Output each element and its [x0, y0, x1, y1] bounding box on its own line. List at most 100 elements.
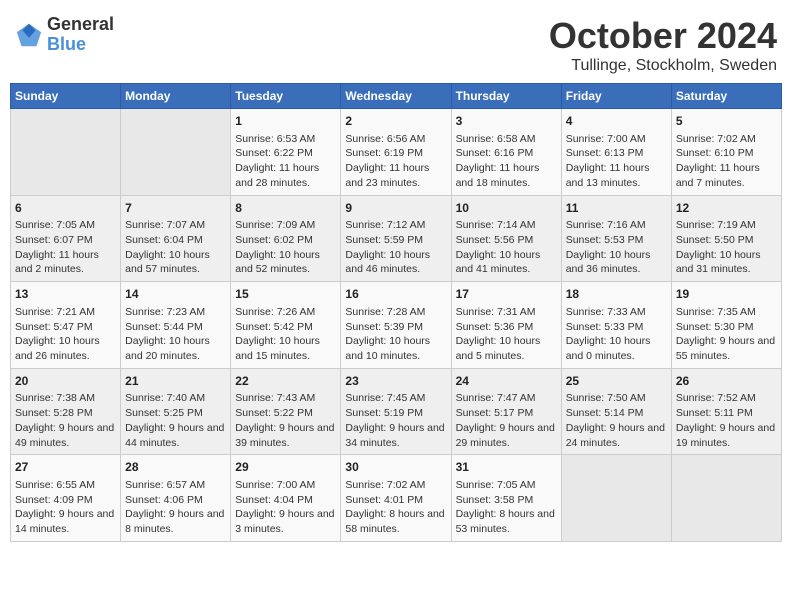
day-info: Sunrise: 7:33 AMSunset: 5:33 PMDaylight:…	[566, 305, 667, 364]
day-number: 18	[566, 286, 667, 303]
day-info: Sunrise: 6:56 AMSunset: 6:19 PMDaylight:…	[345, 132, 446, 191]
day-info: Sunrise: 7:21 AMSunset: 5:47 PMDaylight:…	[15, 305, 116, 364]
calendar-cell: 24Sunrise: 7:47 AMSunset: 5:17 PMDayligh…	[451, 368, 561, 455]
calendar-cell: 31 Sunrise: 7:05 AMSunset: 3:58 PMDayligh…	[451, 455, 561, 542]
day-info: Sunrise: 7:00 AMSunset: 4:04 PMDaylight:…	[235, 478, 336, 537]
title-block: October 2024 Tullinge, Stockholm, Sweden	[549, 15, 777, 75]
day-info: Sunrise: 7:00 AMSunset: 6:13 PMDaylight:…	[566, 132, 667, 191]
day-number: 9	[345, 200, 446, 217]
day-info: Sunrise: 7:35 AMSunset: 5:30 PMDaylight:…	[676, 305, 777, 364]
logo: General Blue	[15, 15, 114, 55]
day-number: 19	[676, 286, 777, 303]
day-number: 17	[456, 286, 557, 303]
calendar-cell: 20Sunrise: 7:38 AMSunset: 5:28 PMDayligh…	[11, 368, 121, 455]
calendar-cell: 22Sunrise: 7:43 AMSunset: 5:22 PMDayligh…	[231, 368, 341, 455]
calendar-week-row: 1Sunrise: 6:53 AMSunset: 6:22 PMDaylight…	[11, 109, 782, 196]
day-info: Sunrise: 7:05 AMSunset: 3:58 PMDaylight:…	[456, 478, 557, 537]
day-info: Sunrise: 7:02 AMSunset: 6:10 PMDaylight:…	[676, 132, 777, 191]
day-info: Sunrise: 6:55 AMSunset: 4:09 PMDaylight:…	[15, 478, 116, 537]
day-number: 15	[235, 286, 336, 303]
calendar-cell: 16 Sunrise: 7:28 AMSunset: 5:39 PMDayligh…	[341, 282, 451, 369]
calendar-cell: 11Sunrise: 7:16 AMSunset: 5:53 PMDayligh…	[561, 195, 671, 282]
day-info: Sunrise: 7:07 AMSunset: 6:04 PMDaylight:…	[125, 218, 226, 277]
logo-general: General	[47, 15, 114, 35]
day-number: 14	[125, 286, 226, 303]
logo-text: General Blue	[47, 15, 114, 55]
weekday-header-row: SundayMondayTuesdayWednesdayThursdayFrid…	[11, 84, 782, 109]
day-info: Sunrise: 7:45 AMSunset: 5:19 PMDaylight:…	[345, 391, 446, 450]
day-number: 1	[235, 113, 336, 130]
day-info: Sunrise: 7:47 AMSunset: 5:17 PMDaylight:…	[456, 391, 557, 450]
calendar-cell: 13 Sunrise: 7:21 AMSunset: 5:47 PMDayligh…	[11, 282, 121, 369]
day-info: Sunrise: 7:05 AMSunset: 6:07 PMDaylight:…	[15, 218, 116, 277]
calendar-cell: 8Sunrise: 7:09 AMSunset: 6:02 PMDaylight…	[231, 195, 341, 282]
calendar-week-row: 13 Sunrise: 7:21 AMSunset: 5:47 PMDayligh…	[11, 282, 782, 369]
day-number: 22	[235, 373, 336, 390]
day-number: 13	[15, 286, 116, 303]
calendar-cell: 18 Sunrise: 7:33 AMSunset: 5:33 PMDayligh…	[561, 282, 671, 369]
calendar-body: 1Sunrise: 6:53 AMSunset: 6:22 PMDaylight…	[11, 109, 782, 542]
logo-icon	[15, 21, 43, 49]
day-info: Sunrise: 7:02 AMSunset: 4:01 PMDaylight:…	[345, 478, 446, 537]
day-info: Sunrise: 6:57 AMSunset: 4:06 PMDaylight:…	[125, 478, 226, 537]
day-info: Sunrise: 7:23 AMSunset: 5:44 PMDaylight:…	[125, 305, 226, 364]
calendar-cell	[561, 455, 671, 542]
day-number: 26	[676, 373, 777, 390]
calendar-cell: 23Sunrise: 7:45 AMSunset: 5:19 PMDayligh…	[341, 368, 451, 455]
calendar-cell: 2 Sunrise: 6:56 AMSunset: 6:19 PMDaylight…	[341, 109, 451, 196]
calendar-cell: 5 Sunrise: 7:02 AMSunset: 6:10 PMDaylight…	[671, 109, 781, 196]
calendar-cell: 3Sunrise: 6:58 AMSunset: 6:16 PMDaylight…	[451, 109, 561, 196]
calendar-cell: 15 Sunrise: 7:26 AMSunset: 5:42 PMDayligh…	[231, 282, 341, 369]
day-number: 21	[125, 373, 226, 390]
calendar-cell: 4 Sunrise: 7:00 AMSunset: 6:13 PMDaylight…	[561, 109, 671, 196]
day-number: 10	[456, 200, 557, 217]
day-info: Sunrise: 7:14 AMSunset: 5:56 PMDaylight:…	[456, 218, 557, 277]
calendar-cell: 17 Sunrise: 7:31 AMSunset: 5:36 PMDayligh…	[451, 282, 561, 369]
calendar-cell: 30Sunrise: 7:02 AMSunset: 4:01 PMDayligh…	[341, 455, 451, 542]
weekday-header-cell: Thursday	[451, 84, 561, 109]
day-number: 16	[345, 286, 446, 303]
calendar-title: October 2024	[549, 15, 777, 57]
day-info: Sunrise: 7:43 AMSunset: 5:22 PMDaylight:…	[235, 391, 336, 450]
day-info: Sunrise: 7:12 AMSunset: 5:59 PMDaylight:…	[345, 218, 446, 277]
calendar-week-row: 6Sunrise: 7:05 AMSunset: 6:07 PMDaylight…	[11, 195, 782, 282]
day-number: 2	[345, 113, 446, 130]
day-number: 23	[345, 373, 446, 390]
calendar-cell: 27Sunrise: 6:55 AMSunset: 4:09 PMDayligh…	[11, 455, 121, 542]
day-number: 12	[676, 200, 777, 217]
calendar-cell: 9Sunrise: 7:12 AMSunset: 5:59 PMDaylight…	[341, 195, 451, 282]
day-number: 11	[566, 200, 667, 217]
day-info: Sunrise: 7:38 AMSunset: 5:28 PMDaylight:…	[15, 391, 116, 450]
calendar-cell: 12Sunrise: 7:19 AMSunset: 5:50 PMDayligh…	[671, 195, 781, 282]
weekday-header-cell: Friday	[561, 84, 671, 109]
day-number: 25	[566, 373, 667, 390]
day-info: Sunrise: 7:52 AMSunset: 5:11 PMDaylight:…	[676, 391, 777, 450]
calendar-cell: 6Sunrise: 7:05 AMSunset: 6:07 PMDaylight…	[11, 195, 121, 282]
day-number: 4	[566, 113, 667, 130]
day-number: 8	[235, 200, 336, 217]
day-number: 7	[125, 200, 226, 217]
calendar-cell	[671, 455, 781, 542]
day-info: Sunrise: 7:28 AMSunset: 5:39 PMDaylight:…	[345, 305, 446, 364]
calendar-cell	[11, 109, 121, 196]
day-info: Sunrise: 7:40 AMSunset: 5:25 PMDaylight:…	[125, 391, 226, 450]
calendar-cell: 29 Sunrise: 7:00 AMSunset: 4:04 PMDayligh…	[231, 455, 341, 542]
calendar-cell: 14 Sunrise: 7:23 AMSunset: 5:44 PMDayligh…	[121, 282, 231, 369]
day-info: Sunrise: 7:16 AMSunset: 5:53 PMDaylight:…	[566, 218, 667, 277]
day-info: Sunrise: 7:31 AMSunset: 5:36 PMDaylight:…	[456, 305, 557, 364]
calendar-cell: 7Sunrise: 7:07 AMSunset: 6:04 PMDaylight…	[121, 195, 231, 282]
day-number: 5	[676, 113, 777, 130]
day-number: 20	[15, 373, 116, 390]
day-info: Sunrise: 7:09 AMSunset: 6:02 PMDaylight:…	[235, 218, 336, 277]
day-info: Sunrise: 7:50 AMSunset: 5:14 PMDaylight:…	[566, 391, 667, 450]
day-info: Sunrise: 7:26 AMSunset: 5:42 PMDaylight:…	[235, 305, 336, 364]
day-number: 28	[125, 459, 226, 476]
day-number: 6	[15, 200, 116, 217]
calendar-cell: 1Sunrise: 6:53 AMSunset: 6:22 PMDaylight…	[231, 109, 341, 196]
day-number: 24	[456, 373, 557, 390]
day-number: 29	[235, 459, 336, 476]
day-number: 31	[456, 459, 557, 476]
header: General Blue October 2024 Tullinge, Stoc…	[10, 10, 782, 75]
weekday-header-cell: Wednesday	[341, 84, 451, 109]
day-info: Sunrise: 7:19 AMSunset: 5:50 PMDaylight:…	[676, 218, 777, 277]
